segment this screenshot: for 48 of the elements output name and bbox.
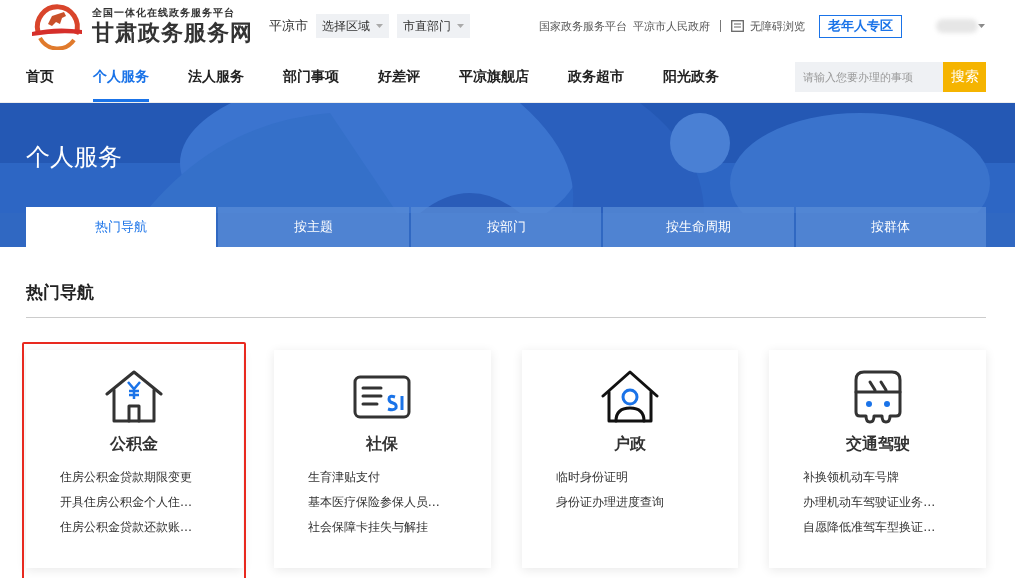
category-tab[interactable]: 按生命周期 — [603, 207, 794, 247]
service-link[interactable]: 临时身份证明 — [555, 469, 739, 486]
blurred-user-name — [936, 19, 978, 33]
caret-icon[interactable] — [978, 24, 985, 28]
service-link[interactable]: 补换领机动车号牌 — [803, 469, 986, 486]
service-link[interactable]: 身份证办理进度查询 — [555, 494, 739, 511]
platform-tagline: 全国一体化在线政务服务平台 — [92, 6, 236, 20]
service-link[interactable]: 开具住房公积金个人住… — [60, 494, 243, 511]
category-tab[interactable]: 按主题 — [218, 207, 409, 247]
house-icon — [105, 370, 164, 424]
card-title: 公积金 — [110, 434, 159, 455]
card-title: 户政 — [613, 434, 646, 455]
document-icon — [731, 20, 744, 32]
site-name: 甘肃政务服务网 — [92, 20, 253, 46]
city-name: 平凉市 — [269, 17, 308, 35]
house-person-icon — [600, 370, 659, 424]
page-title: 个人服务 — [26, 142, 123, 173]
nav-item[interactable]: 平凉旗舰店 — [459, 52, 529, 102]
caret-icon — [457, 24, 464, 28]
card-icon — [353, 375, 412, 419]
nav-item[interactable]: 首页 — [26, 52, 54, 102]
section-title: 热门导航 — [26, 247, 986, 318]
nav-item[interactable]: 阳光政务 — [663, 52, 719, 102]
service-link[interactable]: 办理机动车驾驶证业务… — [803, 494, 986, 511]
service-link[interactable]: 社会保障卡挂失与解挂 — [307, 519, 491, 536]
category-tab[interactable]: 热门导航 — [26, 207, 217, 247]
card-title: 社保 — [366, 434, 399, 455]
category-tab[interactable]: 按部门 — [410, 207, 602, 247]
bus-icon — [853, 370, 902, 424]
elderly-zone-button[interactable]: 老年人专区 — [819, 14, 902, 38]
service-link[interactable]: 住房公积金贷款期限变更 — [60, 469, 243, 486]
service-link[interactable]: 生育津贴支付 — [307, 469, 491, 486]
nav-item[interactable]: 好差评 — [378, 52, 420, 102]
nav-item[interactable]: 部门事项 — [283, 52, 339, 102]
nav-item[interactable]: 法人服务 — [188, 52, 244, 102]
service-link[interactable]: 自愿降低准驾车型换证… — [803, 519, 986, 536]
region-select[interactable]: 市直部门 — [397, 14, 470, 38]
top-link[interactable]: 国家政务服务平台 — [539, 18, 627, 34]
region-select[interactable]: 选择区域 — [316, 14, 389, 38]
accessibility-link[interactable]: 无障碍浏览 — [750, 18, 805, 34]
service-link[interactable]: 基本医疗保险参保人员… — [307, 494, 491, 511]
nav-item[interactable]: 政务超市 — [568, 52, 624, 102]
caret-icon — [376, 24, 383, 28]
category-tab[interactable]: 按群体 — [795, 207, 987, 247]
search-field[interactable]: 请输入您要办理的事项 — [795, 62, 943, 92]
card-title: 交通驾驶 — [845, 434, 910, 455]
service-link[interactable]: 住房公积金贷款还款账… — [60, 519, 243, 536]
top-link[interactable]: 平凉市人民政府 — [633, 18, 710, 34]
